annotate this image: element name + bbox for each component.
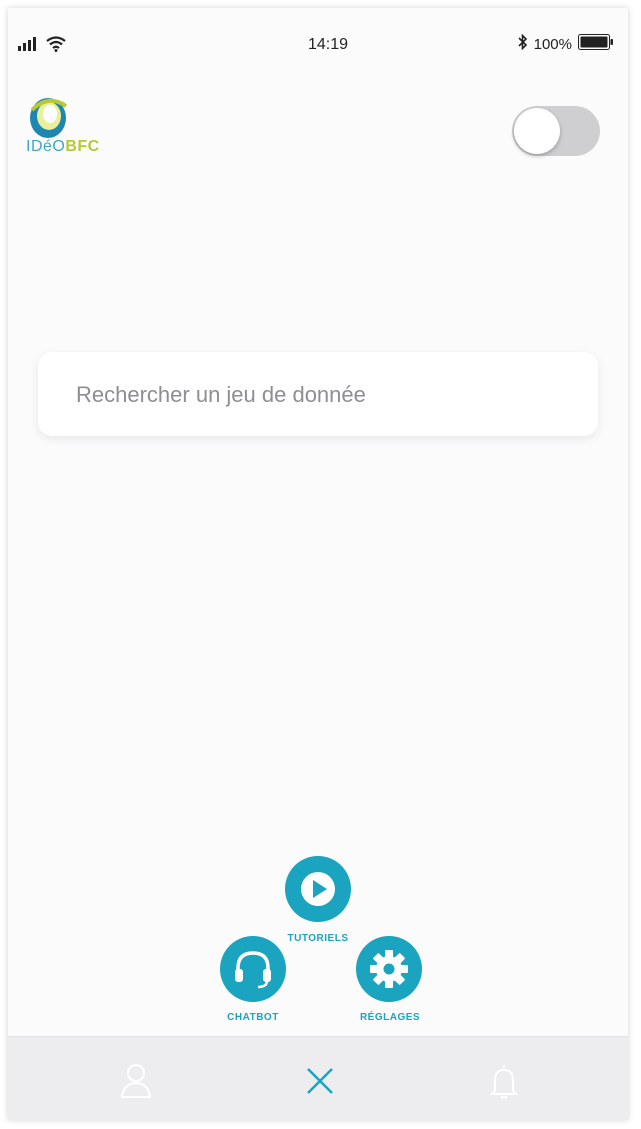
- status-bar: 14:19 100%: [8, 8, 628, 88]
- search-field[interactable]: Rechercher un jeu de donnée: [38, 352, 598, 436]
- app-logo: IDéOBFC: [26, 94, 136, 164]
- profile-tab[interactable]: [114, 1059, 158, 1103]
- chatbot-button[interactable]: [220, 936, 286, 1002]
- status-right: 100%: [518, 33, 614, 54]
- tutoriels-button[interactable]: [285, 856, 351, 922]
- play-icon: [301, 872, 335, 906]
- battery-percent: 100%: [533, 35, 572, 53]
- logo-text-bold: BFC: [65, 138, 100, 155]
- search-placeholder: Rechercher un jeu de donnée: [76, 382, 366, 407]
- bluetooth-icon: [518, 33, 528, 54]
- logo-text: IDéOBFC: [26, 138, 100, 156]
- reglages-button[interactable]: [356, 936, 422, 1002]
- logo-mark-icon: [30, 98, 68, 138]
- notifications-tab[interactable]: [482, 1059, 526, 1103]
- logo-text-light: IDéO: [26, 138, 66, 155]
- chatbot-label: CHATBOT: [227, 1012, 279, 1023]
- close-menu-tab[interactable]: [298, 1059, 342, 1103]
- gear-icon: [370, 950, 408, 988]
- bottom-tab-bar: [8, 1036, 628, 1120]
- bell-icon: [489, 1065, 519, 1099]
- app-screen: 14:19 100% IDéOBFC Rechercher un jeu de …: [8, 8, 628, 1120]
- reglages-label: RÉGLAGES: [359, 1012, 421, 1023]
- close-icon: [307, 1068, 333, 1094]
- toggle-knob: [514, 108, 560, 154]
- headset-icon: [235, 951, 271, 989]
- profile-icon: [120, 1064, 152, 1098]
- battery-icon: [578, 34, 614, 54]
- mode-toggle[interactable]: [512, 106, 600, 156]
